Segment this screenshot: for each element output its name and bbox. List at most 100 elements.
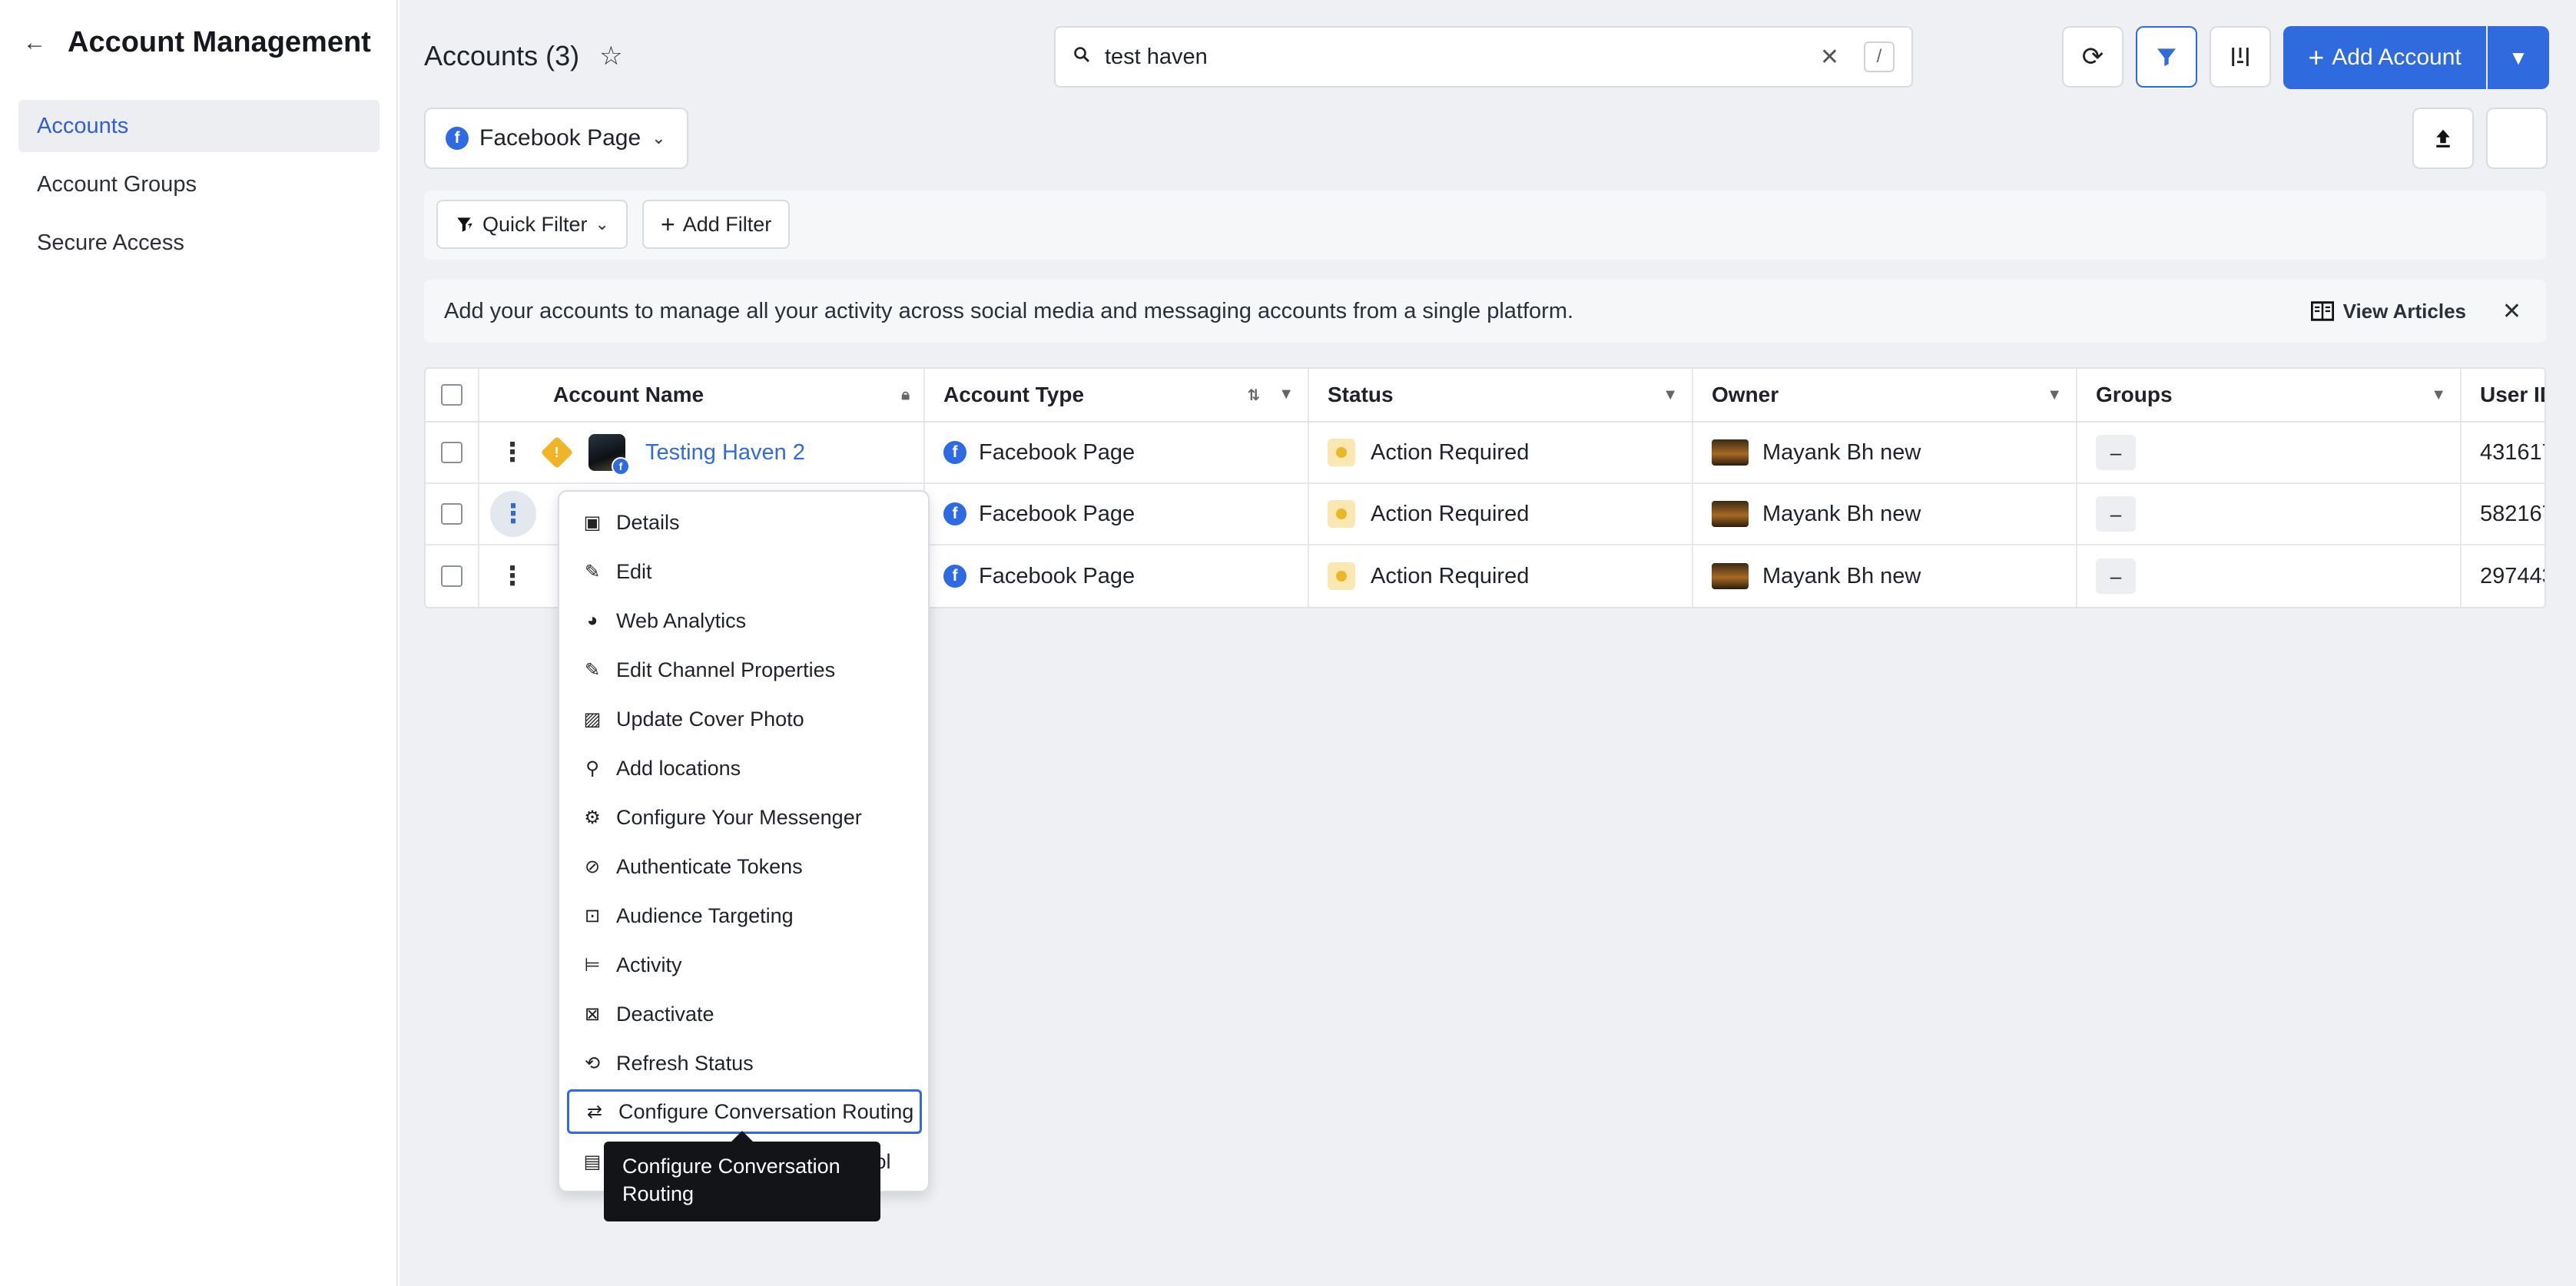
- refresh-icon: ⟳: [2081, 42, 2104, 71]
- add-filter-button[interactable]: + Add Filter: [642, 200, 791, 249]
- menu-item-details[interactable]: ▣ Details: [567, 501, 922, 544]
- search-shortcut-hint: /: [1864, 41, 1895, 72]
- status-badge: Action Required: [1371, 439, 1530, 465]
- row-actions-icon[interactable]: ⋮: [490, 491, 536, 537]
- add-account-label: Add Account: [2332, 45, 2462, 70]
- avatar: [1712, 439, 1749, 466]
- search-input[interactable]: test haven ✕ /: [1054, 26, 1913, 88]
- add-account-dropdown-button[interactable]: ▼: [2488, 26, 2549, 89]
- add-filter-label: Add Filter: [682, 212, 772, 236]
- account-type: Facebook Page: [979, 563, 1135, 588]
- sidebar-item-account-groups[interactable]: Account Groups: [18, 158, 380, 210]
- column-label: User ID: [2480, 383, 2545, 406]
- tooltip-text: Configure Conversation Routing: [622, 1155, 840, 1205]
- menu-item-configure-conversation-routing[interactable]: ⇄ Configure Conversation Routing: [567, 1089, 922, 1134]
- groups-value: –: [2096, 496, 2136, 532]
- column-settings-button[interactable]: [2210, 26, 2271, 88]
- sort-icon[interactable]: ⇅: [1247, 386, 1260, 405]
- column-menu-icon[interactable]: ▼: [2047, 386, 2062, 404]
- column-menu-icon[interactable]: ▼: [1278, 386, 1294, 405]
- menu-item-label: Authenticate Tokens: [616, 854, 803, 878]
- status-cell: Action Required: [1309, 484, 1693, 544]
- column-label: Account Type: [943, 383, 1085, 406]
- account-name-cell: ⋮ ! f Testing Haven 2: [479, 423, 925, 482]
- column-label: Status: [1328, 383, 1394, 406]
- refresh-button[interactable]: ⟳: [2062, 26, 2123, 88]
- column-menu-icon[interactable]: ▼: [1663, 386, 1678, 404]
- activity-icon: ⊨: [584, 954, 601, 976]
- sidebar-item-accounts[interactable]: Accounts: [18, 100, 380, 152]
- column-header-user-id[interactable]: User ID: [2462, 369, 2545, 421]
- control-icon: ▤: [583, 1151, 602, 1172]
- user-id: 582167: [2480, 501, 2545, 526]
- sidebar-header: ← Account Management: [23, 26, 371, 59]
- channel-selector[interactable]: f Facebook Page ⌄: [424, 108, 688, 169]
- groups-cell: –: [2077, 545, 2462, 607]
- row-actions-icon[interactable]: ⋮: [499, 561, 525, 592]
- sidebar-item-secure-access[interactable]: Secure Access: [18, 217, 380, 269]
- groups-value: –: [2096, 435, 2136, 470]
- star-icon[interactable]: ☆: [599, 41, 622, 71]
- column-header-status[interactable]: Status ▼: [1309, 369, 1693, 421]
- select-all-checkbox[interactable]: [441, 384, 462, 406]
- account-type: Facebook Page: [979, 501, 1135, 526]
- column-header-account-name[interactable]: Account Name 🔒︎: [479, 369, 925, 421]
- menu-item-update-cover-photo[interactable]: ▨ Update Cover Photo: [567, 698, 922, 741]
- menu-item-label: Edit Channel Properties: [616, 658, 836, 681]
- lock-icon: 🔒︎: [901, 386, 910, 403]
- facebook-icon: f: [612, 457, 630, 476]
- back-arrow-icon[interactable]: ←: [23, 30, 46, 56]
- column-label: Owner: [1712, 383, 1779, 406]
- gear-icon: ⚙: [584, 807, 601, 828]
- select-all-cell: [426, 369, 479, 421]
- column-header-groups[interactable]: Groups ▼: [2077, 369, 2462, 421]
- menu-item-web-analytics[interactable]: ◕ Web Analytics: [567, 599, 922, 642]
- facebook-icon: f: [943, 565, 966, 588]
- user-id-cell: 297443: [2462, 545, 2545, 607]
- quick-filter-button[interactable]: Quick Filter ⌄: [436, 200, 628, 249]
- menu-item-refresh-status[interactable]: ⟲ Refresh Status: [567, 1042, 922, 1085]
- menu-item-audience-targeting[interactable]: ⊡ Audience Targeting: [567, 894, 922, 937]
- search-icon: [1073, 45, 1091, 69]
- menu-item-add-locations[interactable]: ⚲ Add locations: [567, 747, 922, 790]
- menu-item-configure-messenger[interactable]: ⚙ Configure Your Messenger: [567, 796, 922, 839]
- owner-name: Mayank Bh new: [1762, 439, 1921, 465]
- column-header-account-type[interactable]: Account Type ⇅ ▼: [925, 369, 1309, 421]
- close-icon[interactable]: ✕: [2502, 298, 2521, 325]
- account-type-cell: f Facebook Page: [925, 545, 1309, 607]
- routing-icon: ⇄: [586, 1101, 603, 1122]
- row-checkbox[interactable]: [441, 503, 462, 525]
- row-actions-icon[interactable]: ⋮: [499, 437, 525, 468]
- account-name-link[interactable]: Testing Haven 2: [645, 440, 805, 466]
- row-checkbox[interactable]: [441, 442, 462, 463]
- menu-item-authenticate-tokens[interactable]: ⊘ Authenticate Tokens: [567, 845, 922, 888]
- filter-toggle-button[interactable]: [2136, 26, 2197, 88]
- row-select-cell: [426, 484, 479, 544]
- export-button[interactable]: [2412, 108, 2474, 169]
- row-checkbox[interactable]: [441, 565, 462, 587]
- add-account-button[interactable]: + Add Account: [2283, 26, 2486, 89]
- menu-item-edit-channel-properties[interactable]: ✎ Edit Channel Properties: [567, 648, 922, 691]
- chevron-down-icon: ⌄: [651, 128, 666, 147]
- more-actions-button[interactable]: [2486, 108, 2548, 169]
- column-menu-icon[interactable]: ▼: [2431, 386, 2446, 404]
- menu-item-label: Deactivate: [616, 1002, 714, 1026]
- menu-item-deactivate[interactable]: ⊠ Deactivate: [567, 993, 922, 1036]
- banner-text: Add your accounts to manage all your act…: [444, 298, 1574, 323]
- menu-item-edit[interactable]: ✎ Edit: [567, 550, 922, 593]
- search-value[interactable]: test haven: [1105, 45, 1806, 70]
- page-title-row: Accounts (3) ☆: [424, 40, 623, 72]
- filter-bar: Quick Filter ⌄ + Add Filter: [424, 191, 2546, 260]
- table-row[interactable]: ⋮ ! f Testing Haven 2 f Facebook Page Ac…: [426, 423, 2545, 484]
- account-type-cell: f Facebook Page: [925, 484, 1309, 544]
- columns-icon: [2232, 48, 2249, 66]
- upload-icon: [2436, 129, 2450, 147]
- token-icon: ⊘: [584, 856, 601, 877]
- menu-item-activity[interactable]: ⊨ Activity: [567, 943, 922, 986]
- book-icon: [2310, 301, 2334, 321]
- clear-search-icon[interactable]: ✕: [1820, 44, 1839, 71]
- view-articles-link[interactable]: View Articles: [2310, 300, 2466, 323]
- column-header-owner[interactable]: Owner ▼: [1693, 369, 2077, 421]
- owner-cell: Mayank Bh new: [1693, 423, 2077, 482]
- status-indicator: [1328, 500, 1355, 528]
